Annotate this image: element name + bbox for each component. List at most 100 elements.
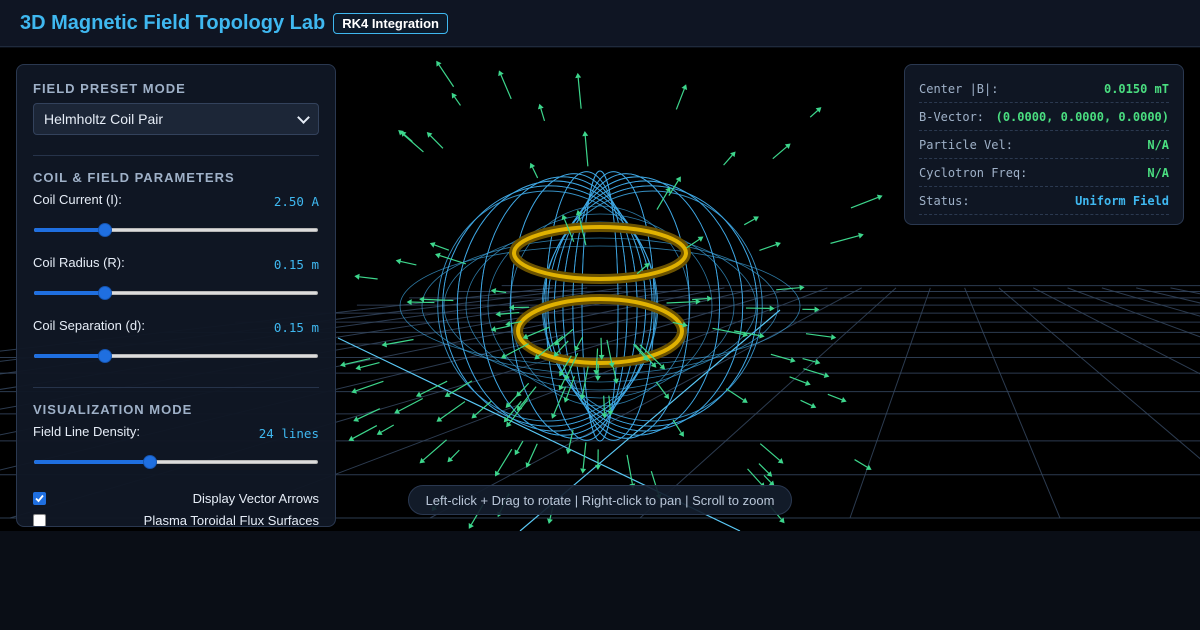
arrow-head xyxy=(594,375,601,381)
vector-arrow xyxy=(497,448,513,473)
vector-arrow xyxy=(450,449,460,460)
vector-arrow xyxy=(809,110,819,118)
arrow-head xyxy=(575,72,582,79)
control-panel: Field Preset Mode Helmholtz Coil Pair Co… xyxy=(16,64,336,527)
app-header: 3D Magnetic Field Topology Lab RK4 Integ… xyxy=(0,0,1200,47)
arrow-head xyxy=(419,296,425,303)
arrow-head xyxy=(612,378,619,384)
arrow-head xyxy=(340,361,346,368)
vector-arrow xyxy=(747,468,762,485)
arrow-head xyxy=(547,518,553,524)
vector-arrows-row: Display Vector Arrows xyxy=(33,487,319,509)
slider-thumb[interactable] xyxy=(143,455,158,469)
coil-ring xyxy=(512,225,688,281)
vector-arrow xyxy=(675,88,685,110)
vector-arrows-checkbox[interactable] xyxy=(33,491,46,505)
vector-arrow xyxy=(531,167,539,179)
divider xyxy=(33,387,319,388)
viz-section-title: Visualization Mode xyxy=(33,402,193,417)
vector-arrow xyxy=(759,443,781,461)
arrow-head xyxy=(830,334,837,341)
vector-arrow xyxy=(540,108,546,122)
vector-arrow xyxy=(568,429,574,450)
vector-arrow xyxy=(827,393,843,401)
arrow-head xyxy=(580,468,587,474)
vector-arrow xyxy=(584,135,589,167)
preset-section-title: Field Preset Mode xyxy=(33,81,186,96)
arrow-head xyxy=(395,258,402,265)
particle-vel-value: N/A xyxy=(1147,137,1169,152)
flux-surfaces-checkbox[interactable] xyxy=(33,513,46,526)
vector-arrow xyxy=(454,96,461,106)
vector-arrow xyxy=(434,244,450,251)
arrow-head xyxy=(759,332,765,339)
chevron-down-icon xyxy=(297,110,310,124)
arrow-head xyxy=(769,305,775,312)
vector-arrows-label: Display Vector Arrows xyxy=(192,490,319,506)
coil-current-slider[interactable] xyxy=(34,221,318,241)
vector-arrow xyxy=(802,357,816,363)
vector-arrow xyxy=(759,243,777,251)
vector-arrow xyxy=(359,276,378,280)
field-readout-panel: Center |B|: 0.0150 mT B-Vector: (0.0000,… xyxy=(904,64,1184,225)
vector-arrow xyxy=(626,454,633,484)
vector-arrow xyxy=(380,424,395,433)
coil-radius-label: Coil Radius (R): xyxy=(33,255,125,270)
arrow-head xyxy=(354,273,360,280)
slider-thumb[interactable] xyxy=(98,286,112,300)
coil-separation-row: Coil Separation (d): 0.15 m xyxy=(33,318,319,338)
coil-radius-row: Coil Radius (R): 0.15 m xyxy=(33,255,319,275)
vector-arrow xyxy=(495,325,510,330)
vector-arrow xyxy=(355,380,384,392)
vector-arrow xyxy=(352,425,378,439)
slider-thumb[interactable] xyxy=(98,349,112,363)
coil-current-label: Coil Current (I): xyxy=(33,192,122,207)
vector-arrow xyxy=(474,400,492,416)
b-vector-value: (0.0000, 0.0000, 0.0000) xyxy=(995,109,1169,124)
density-label: Field Line Density: xyxy=(33,424,140,439)
density-row: Field Line Density: 24 lines xyxy=(33,424,319,444)
preset-select-value: Helmholtz Coil Pair xyxy=(44,111,164,127)
vector-arrow xyxy=(404,134,413,143)
cyclotron-value: N/A xyxy=(1147,165,1169,180)
arrow-head xyxy=(355,364,361,371)
vector-arrow xyxy=(854,459,868,468)
divider xyxy=(33,155,319,156)
navigation-hint: Left-click + Drag to rotate | Right-clic… xyxy=(408,485,792,515)
arrow-head xyxy=(506,421,512,428)
center-b-value: 0.0150 mT xyxy=(1103,81,1169,96)
integration-badge: RK4 Integration xyxy=(333,12,448,34)
slider-thumb[interactable] xyxy=(98,223,112,237)
vector-arrow xyxy=(500,74,512,100)
vector-arrow xyxy=(527,443,538,464)
coil-separation-label: Coil Separation (d): xyxy=(33,318,145,333)
vector-arrow xyxy=(850,196,879,209)
vector-arrow xyxy=(422,439,447,461)
field-lines xyxy=(399,170,801,442)
coil-separation-slider[interactable] xyxy=(34,347,318,367)
vector-arrow xyxy=(789,376,807,384)
vector-arrow xyxy=(438,64,455,88)
status-label: Status: xyxy=(919,193,970,208)
particle-vel-row: Particle Vel: N/A xyxy=(919,131,1169,159)
arrow-head xyxy=(594,464,601,470)
coil-radius-slider[interactable] xyxy=(34,284,318,304)
center-b-label: Center |B|: xyxy=(919,81,999,96)
center-b-row: Center |B|: 0.0150 mT xyxy=(919,75,1169,103)
app-title: 3D Magnetic Field Topology Lab xyxy=(20,11,326,34)
coil-separation-value: 0.15 m xyxy=(273,320,319,335)
arrow-head xyxy=(451,92,458,99)
arrow-head xyxy=(582,131,589,137)
vector-arrow xyxy=(600,337,603,355)
density-slider[interactable] xyxy=(34,453,318,473)
vector-arrow xyxy=(725,388,744,401)
vector-arrow xyxy=(576,336,584,348)
arrow-head xyxy=(436,416,443,422)
coil-radius-value: 0.15 m xyxy=(273,257,319,272)
cyclotron-label: Cyclotron Freq: xyxy=(919,165,1028,180)
arrow-head xyxy=(663,393,670,400)
preset-select[interactable]: Helmholtz Coil Pair xyxy=(33,103,319,135)
status-value: Uniform Field xyxy=(1075,193,1169,208)
vector-arrow xyxy=(772,146,788,160)
vector-arrow xyxy=(560,376,567,387)
